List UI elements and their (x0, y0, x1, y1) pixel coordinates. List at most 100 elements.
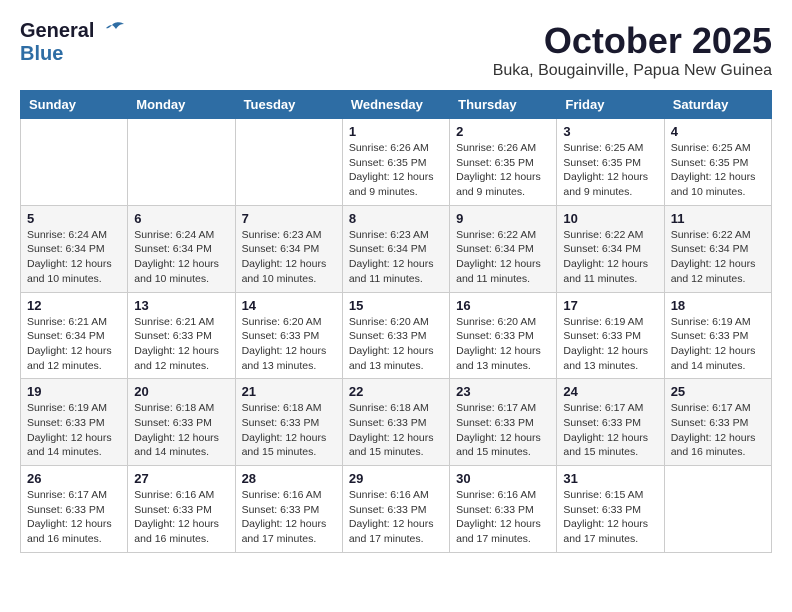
day-info: Sunrise: 6:25 AM Sunset: 6:35 PM Dayligh… (671, 141, 765, 200)
day-info: Sunrise: 6:15 AM Sunset: 6:33 PM Dayligh… (563, 488, 657, 547)
calendar-cell: 6 Sunrise: 6:24 AM Sunset: 6:34 PM Daylig… (128, 205, 235, 292)
day-number: 20 (134, 384, 228, 399)
calendar-cell: 24 Sunrise: 6:17 AM Sunset: 6:33 PM Dayli… (557, 379, 664, 466)
day-info: Sunrise: 6:20 AM Sunset: 6:33 PM Dayligh… (349, 315, 443, 374)
calendar-cell: 18 Sunrise: 6:19 AM Sunset: 6:33 PM Dayli… (664, 292, 771, 379)
calendar-cell: 28Sunrise: 6:16 AM Sunset: 6:33 PM Dayli… (235, 466, 342, 553)
calendar-cell: 1 Sunrise: 6:26 AM Sunset: 6:35 PM Daylig… (342, 119, 449, 206)
day-number: 19 (27, 384, 121, 399)
calendar-header-tuesday: Tuesday (235, 91, 342, 119)
calendar-cell: 14Sunrise: 6:20 AM Sunset: 6:33 PM Dayli… (235, 292, 342, 379)
day-info: Sunrise: 6:21 AM Sunset: 6:33 PM Dayligh… (134, 315, 228, 374)
day-number: 15 (349, 298, 443, 313)
title-area: October 2025 Buka, Bougainville, Papua N… (493, 20, 772, 80)
logo-general-text: General (20, 20, 94, 43)
calendar-header-row: SundayMondayTuesdayWednesdayThursdayFrid… (21, 91, 772, 119)
day-number: 31 (563, 471, 657, 486)
day-number: 30 (456, 471, 550, 486)
calendar-cell: 20 Sunrise: 6:18 AM Sunset: 6:33 PM Dayli… (128, 379, 235, 466)
day-number: 13 (134, 298, 228, 313)
calendar-cell: 3 Sunrise: 6:25 AM Sunset: 6:35 PM Daylig… (557, 119, 664, 206)
day-number: 29 (349, 471, 443, 486)
day-info: Sunrise: 6:24 AM Sunset: 6:34 PM Dayligh… (27, 228, 121, 287)
day-number: 12 (27, 298, 121, 313)
day-number: 17 (563, 298, 657, 313)
calendar-cell: 4Sunrise: 6:25 AM Sunset: 6:35 PM Daylig… (664, 119, 771, 206)
logo-blue-text: Blue (20, 43, 63, 66)
day-info: Sunrise: 6:19 AM Sunset: 6:33 PM Dayligh… (671, 315, 765, 374)
calendar-cell: 26 Sunrise: 6:17 AM Sunset: 6:33 PM Dayli… (21, 466, 128, 553)
calendar-cell: 25Sunrise: 6:17 AM Sunset: 6:33 PM Dayli… (664, 379, 771, 466)
day-number: 27 (134, 471, 228, 486)
day-number: 5 (27, 211, 121, 226)
location-text: Buka, Bougainville, Papua New Guinea (493, 62, 772, 80)
calendar-cell: 17Sunrise: 6:19 AM Sunset: 6:33 PM Dayli… (557, 292, 664, 379)
day-info: Sunrise: 6:19 AM Sunset: 6:33 PM Dayligh… (27, 401, 121, 460)
day-info: Sunrise: 6:18 AM Sunset: 6:33 PM Dayligh… (134, 401, 228, 460)
calendar-cell: 22Sunrise: 6:18 AM Sunset: 6:33 PM Dayli… (342, 379, 449, 466)
calendar-header-monday: Monday (128, 91, 235, 119)
page-header: General Blue October 2025 Buka, Bougainv… (20, 20, 772, 80)
day-number: 24 (563, 384, 657, 399)
day-info: Sunrise: 6:17 AM Sunset: 6:33 PM Dayligh… (563, 401, 657, 460)
calendar-cell: 13 Sunrise: 6:21 AM Sunset: 6:33 PM Dayli… (128, 292, 235, 379)
calendar-cell: 30 Sunrise: 6:16 AM Sunset: 6:33 PM Dayli… (450, 466, 557, 553)
day-info: Sunrise: 6:22 AM Sunset: 6:34 PM Dayligh… (563, 228, 657, 287)
calendar-cell: 31 Sunrise: 6:15 AM Sunset: 6:33 PM Dayli… (557, 466, 664, 553)
day-info: Sunrise: 6:16 AM Sunset: 6:33 PM Dayligh… (134, 488, 228, 547)
calendar-header-saturday: Saturday (664, 91, 771, 119)
calendar-cell (128, 119, 235, 206)
calendar-header-wednesday: Wednesday (342, 91, 449, 119)
day-info: Sunrise: 6:22 AM Sunset: 6:34 PM Dayligh… (671, 228, 765, 287)
day-number: 3 (563, 124, 657, 139)
calendar-cell: 19 Sunrise: 6:19 AM Sunset: 6:33 PM Dayli… (21, 379, 128, 466)
day-number: 18 (671, 298, 765, 313)
day-info: Sunrise: 6:16 AM Sunset: 6:33 PM Dayligh… (456, 488, 550, 547)
logo-bird-icon (98, 21, 126, 43)
logo: General Blue (20, 20, 126, 66)
calendar-week-4: 19 Sunrise: 6:19 AM Sunset: 6:33 PM Dayli… (21, 379, 772, 466)
day-info: Sunrise: 6:25 AM Sunset: 6:35 PM Dayligh… (563, 141, 657, 200)
day-number: 16 (456, 298, 550, 313)
day-info: Sunrise: 6:26 AM Sunset: 6:35 PM Dayligh… (349, 141, 443, 200)
calendar-table: SundayMondayTuesdayWednesdayThursdayFrid… (20, 90, 772, 553)
calendar-cell: 9 Sunrise: 6:22 AM Sunset: 6:34 PM Daylig… (450, 205, 557, 292)
day-info: Sunrise: 6:23 AM Sunset: 6:34 PM Dayligh… (349, 228, 443, 287)
day-info: Sunrise: 6:17 AM Sunset: 6:33 PM Dayligh… (456, 401, 550, 460)
calendar-cell (21, 119, 128, 206)
calendar-cell: 23Sunrise: 6:17 AM Sunset: 6:33 PM Dayli… (450, 379, 557, 466)
calendar-cell (235, 119, 342, 206)
day-info: Sunrise: 6:24 AM Sunset: 6:34 PM Dayligh… (134, 228, 228, 287)
calendar-cell: 21 Sunrise: 6:18 AM Sunset: 6:33 PM Dayli… (235, 379, 342, 466)
calendar-cell (664, 466, 771, 553)
day-number: 14 (242, 298, 336, 313)
calendar-cell: 29 Sunrise: 6:16 AM Sunset: 6:33 PM Dayli… (342, 466, 449, 553)
calendar-header-friday: Friday (557, 91, 664, 119)
day-number: 11 (671, 211, 765, 226)
day-number: 22 (349, 384, 443, 399)
day-number: 9 (456, 211, 550, 226)
day-info: Sunrise: 6:17 AM Sunset: 6:33 PM Dayligh… (27, 488, 121, 547)
day-info: Sunrise: 6:16 AM Sunset: 6:33 PM Dayligh… (349, 488, 443, 547)
day-info: Sunrise: 6:22 AM Sunset: 6:34 PM Dayligh… (456, 228, 550, 287)
day-info: Sunrise: 6:18 AM Sunset: 6:33 PM Dayligh… (242, 401, 336, 460)
calendar-week-1: 1 Sunrise: 6:26 AM Sunset: 6:35 PM Daylig… (21, 119, 772, 206)
day-number: 25 (671, 384, 765, 399)
day-number: 8 (349, 211, 443, 226)
day-number: 1 (349, 124, 443, 139)
calendar-cell: 8 Sunrise: 6:23 AM Sunset: 6:34 PM Daylig… (342, 205, 449, 292)
calendar-cell: 27 Sunrise: 6:16 AM Sunset: 6:33 PM Dayli… (128, 466, 235, 553)
calendar-header-thursday: Thursday (450, 91, 557, 119)
day-number: 6 (134, 211, 228, 226)
day-number: 21 (242, 384, 336, 399)
day-info: Sunrise: 6:21 AM Sunset: 6:34 PM Dayligh… (27, 315, 121, 374)
calendar-cell: 11 Sunrise: 6:22 AM Sunset: 6:34 PM Dayli… (664, 205, 771, 292)
day-number: 2 (456, 124, 550, 139)
day-info: Sunrise: 6:20 AM Sunset: 6:33 PM Dayligh… (456, 315, 550, 374)
day-info: Sunrise: 6:16 AM Sunset: 6:33 PM Dayligh… (242, 488, 336, 547)
calendar-cell: 7Sunrise: 6:23 AM Sunset: 6:34 PM Daylig… (235, 205, 342, 292)
day-info: Sunrise: 6:26 AM Sunset: 6:35 PM Dayligh… (456, 141, 550, 200)
calendar-cell: 16 Sunrise: 6:20 AM Sunset: 6:33 PM Dayli… (450, 292, 557, 379)
day-number: 26 (27, 471, 121, 486)
calendar-week-5: 26 Sunrise: 6:17 AM Sunset: 6:33 PM Dayli… (21, 466, 772, 553)
